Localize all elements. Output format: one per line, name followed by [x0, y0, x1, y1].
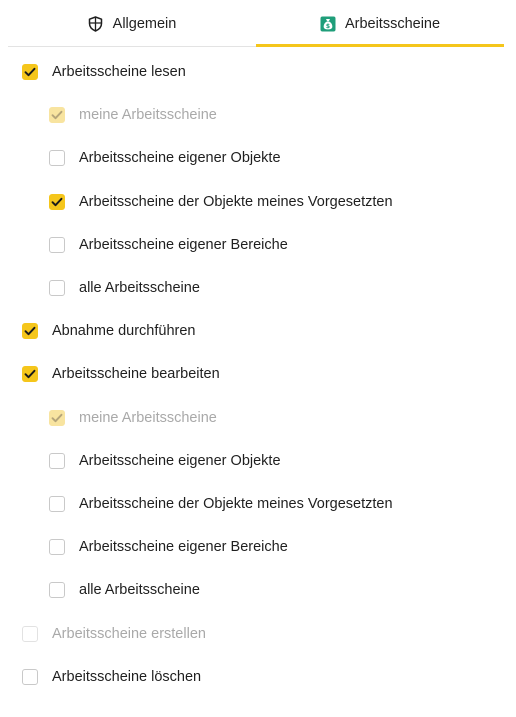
permission-checkbox — [22, 626, 38, 642]
permission-label: meine Arbeitsscheine — [79, 107, 217, 123]
permission-checkbox[interactable] — [49, 453, 65, 469]
permission-checkbox[interactable] — [49, 237, 65, 253]
permission-row[interactable]: Arbeitsscheine eigener Objekte — [49, 450, 281, 472]
permission-checkbox[interactable] — [22, 323, 38, 339]
shield-icon — [88, 16, 104, 32]
permission-row: meine Arbeitsscheine — [49, 104, 217, 126]
permission-label: Arbeitsscheine eigener Bereiche — [79, 237, 288, 253]
permission-checkbox[interactable] — [49, 582, 65, 598]
permission-checkbox[interactable] — [49, 539, 65, 555]
permission-row[interactable]: Arbeitsscheine der Objekte meines Vorges… — [49, 493, 393, 515]
checkmark-icon — [51, 197, 63, 207]
permission-label: alle Arbeitsscheine — [79, 280, 200, 296]
permission-checkbox[interactable] — [49, 496, 65, 512]
permission-row[interactable]: Arbeitsscheine eigener Bereiche — [49, 536, 288, 558]
permission-label: Arbeitsscheine bearbeiten — [52, 366, 220, 382]
permission-label: Arbeitsscheine eigener Objekte — [79, 453, 281, 469]
permission-label: Arbeitsscheine der Objekte meines Vorges… — [79, 496, 393, 512]
tab-arbeitsscheine[interactable]: $ Arbeitsscheine — [256, 0, 504, 47]
permission-row[interactable]: Arbeitsscheine eigener Objekte — [49, 147, 281, 169]
permission-checkbox[interactable] — [49, 194, 65, 210]
permission-label: meine Arbeitsscheine — [79, 410, 217, 426]
checkmark-icon — [24, 326, 36, 336]
checkmark-icon — [24, 369, 36, 379]
permission-checkbox[interactable] — [22, 64, 38, 80]
permission-row[interactable]: Abnahme durchführen — [22, 320, 196, 342]
permission-checkbox[interactable] — [22, 366, 38, 382]
permission-label: Arbeitsscheine der Objekte meines Vorges… — [79, 194, 393, 210]
permission-label: Arbeitsscheine lesen — [52, 64, 186, 80]
permission-checkbox — [49, 410, 65, 426]
permission-row[interactable]: Arbeitsscheine lesen — [22, 61, 186, 83]
permission-row: meine Arbeitsscheine — [49, 407, 217, 429]
checkmark-icon — [24, 67, 36, 77]
checkmark-icon — [51, 413, 63, 423]
permission-checkbox[interactable] — [22, 669, 38, 685]
tab-label: Allgemein — [112, 16, 177, 32]
permission-checkbox — [49, 107, 65, 123]
permission-label: Arbeitsscheine löschen — [52, 669, 202, 685]
permission-label: Arbeitsscheine eigener Objekte — [79, 150, 281, 166]
permission-row[interactable]: Arbeitsscheine eigener Bereiche — [49, 234, 288, 256]
tab-allgemein[interactable]: Allgemein — [8, 0, 256, 46]
permission-checkbox[interactable] — [49, 280, 65, 296]
permission-label: alle Arbeitsscheine — [79, 582, 200, 598]
tab-label: Arbeitsscheine — [344, 16, 441, 32]
permission-label: Arbeitsscheine eigener Bereiche — [79, 539, 288, 555]
permission-label: Abnahme durchführen — [52, 323, 196, 339]
permission-row[interactable]: alle Arbeitsscheine — [49, 277, 200, 299]
checkmark-icon — [51, 110, 63, 120]
tab-bar: Allgemein $ Arbeitsscheine — [8, 0, 504, 47]
money-bag-icon: $ — [320, 16, 336, 32]
permission-row[interactable]: Arbeitsscheine bearbeiten — [22, 363, 220, 385]
permission-row: Arbeitsscheine erstellen — [22, 623, 206, 645]
permission-label: Arbeitsscheine erstellen — [52, 626, 206, 642]
permission-checkbox[interactable] — [49, 150, 65, 166]
svg-text:$: $ — [326, 23, 330, 30]
permission-row[interactable]: alle Arbeitsscheine — [49, 579, 200, 601]
permission-row[interactable]: Arbeitsscheine löschen — [22, 666, 201, 688]
permission-row[interactable]: Arbeitsscheine der Objekte meines Vorges… — [49, 191, 393, 213]
